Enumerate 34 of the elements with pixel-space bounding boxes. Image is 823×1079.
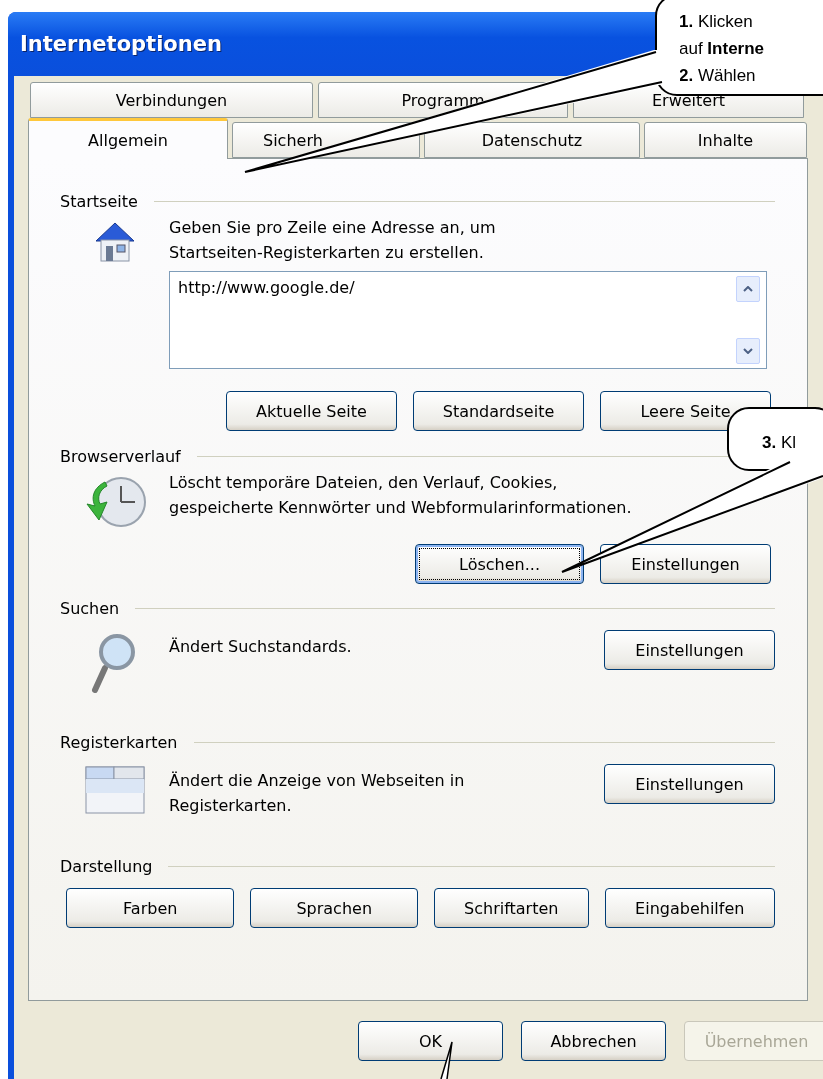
pointer-line (440, 1041, 453, 1079)
tab[interactable]: Verbindungen (30, 82, 313, 118)
scroll-up-button[interactable] (736, 276, 760, 302)
tab[interactable]: Allgemein (28, 118, 228, 159)
description-text: Ändert die Anzeige von Webseiten in Registerkarten. (169, 770, 466, 817)
description-text: Löscht temporäre Dateien, den Verlauf, Cookies, gespeicherte Kennwörter und Webformularinformationen. (169, 472, 633, 519)
button[interactable]: Einstellungen (604, 630, 775, 670)
window-title: Internetoptionen (20, 32, 222, 56)
button[interactable]: OK (358, 1021, 503, 1061)
section-title: Darstellung (60, 856, 153, 876)
callout-text: 3. Kl (762, 431, 798, 454)
window-tabs-icon (84, 766, 145, 814)
section-title: Suchen (60, 598, 120, 618)
callout-text: 1. Klicken (679, 10, 754, 33)
tab[interactable]: Inhalte (644, 122, 807, 158)
tab[interactable]: Datenschutz (424, 122, 640, 158)
url-text-area[interactable]: http://www.google.de/ (169, 271, 767, 369)
description-text: Geben Sie pro Zeile eine Adresse an, um Startseiten-Registerkarten zu erstellen. (169, 217, 497, 264)
button[interactable]: Schriftarten (434, 888, 589, 928)
button[interactable]: Eingabehilfen (604, 888, 775, 928)
button[interactable]: Abbrechen (521, 1021, 666, 1061)
callout-text: auf Interne (679, 37, 766, 60)
button[interactable]: Farben (66, 888, 235, 928)
button[interactable]: Standardseite (413, 391, 584, 431)
section-title: Browserverlauf (60, 446, 181, 466)
section-title: Startseite (60, 191, 138, 211)
button[interactable]: Einstellungen (604, 764, 775, 804)
button[interactable]: Aktuelle Seite (226, 391, 397, 431)
button[interactable]: Sprachen (250, 888, 418, 928)
section-title: Registerkarten (60, 732, 178, 752)
button[interactable]: Einstellungen (600, 544, 771, 584)
description-text: Ändert Suchstandards. (169, 636, 352, 658)
scroll-down-button[interactable] (736, 338, 760, 364)
button[interactable]: Löschen... (415, 544, 584, 584)
